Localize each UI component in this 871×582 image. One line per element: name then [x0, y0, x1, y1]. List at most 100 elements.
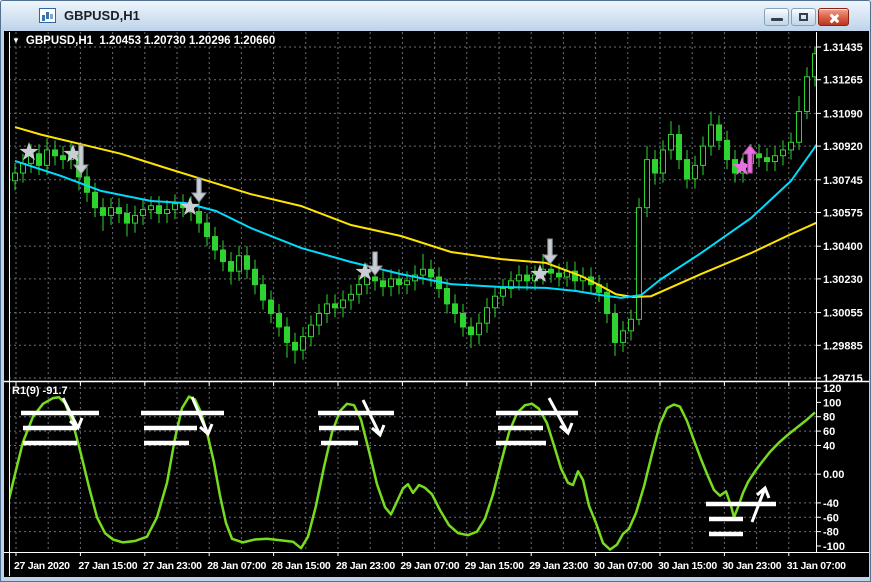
- candle-body: [524, 274, 530, 282]
- candle-body: [644, 159, 650, 209]
- indicator-label: R1(9) -91.7: [12, 385, 68, 397]
- restore-icon: [799, 13, 808, 21]
- time-tick-label: 28 Jan 23:00: [336, 560, 395, 572]
- candle-body: [460, 313, 466, 328]
- price-tick-label: 1.29885: [823, 340, 863, 352]
- candle-body: [668, 134, 674, 151]
- candle-body: [204, 222, 210, 238]
- terminal-window: 1.31435 1.31265 1.31090 1.30920 1.30745 1.305…: [0, 0, 871, 582]
- time-tick-label: 27 Jan 2020: [14, 560, 70, 572]
- candle-body: [692, 164, 698, 180]
- candle-body: [468, 326, 474, 336]
- grid-layer: [9, 32, 817, 552]
- candle-body: [260, 284, 266, 301]
- candle-body: [796, 110, 802, 143]
- candle-body: [156, 205, 162, 214]
- time-tick-label: 29 Jan 23:00: [529, 560, 588, 572]
- candle-body: [276, 313, 282, 328]
- chart-canvas[interactable]: 1.31435 1.31265 1.31090 1.30920 1.30745 1.305…: [1, 1, 871, 582]
- annotation-arrow-shaft: [361, 399, 382, 436]
- candle-body: [244, 255, 250, 270]
- annotation-arrow-shaft: [547, 397, 570, 434]
- candle-body: [252, 268, 258, 286]
- indicator-tick-label: 100: [823, 397, 841, 409]
- restore-button[interactable]: [791, 8, 816, 26]
- time-tick-label: 30 Jan 07:00: [594, 560, 653, 572]
- price-tick-label: 1.30745: [823, 175, 863, 187]
- candle-body: [444, 288, 450, 305]
- time-tick-label: 30 Jan 23:00: [722, 560, 781, 572]
- oscillator-line: [9, 395, 816, 551]
- minimize-button[interactable]: [764, 8, 789, 26]
- candle-body: [108, 207, 114, 216]
- candle-body: [684, 159, 690, 180]
- price-tick-label: 1.30575: [823, 208, 863, 220]
- minimize-icon: [771, 18, 783, 21]
- indicator-tick-label: 120: [823, 383, 841, 395]
- candle-body: [772, 155, 778, 163]
- candle-body: [428, 268, 434, 278]
- candle-body: [500, 288, 506, 297]
- candle-body: [628, 318, 634, 332]
- indicator-tick-label: -100: [823, 541, 845, 553]
- candle-body: [292, 341, 298, 351]
- candle-body: [164, 209, 170, 214]
- candle-body: [268, 299, 274, 315]
- candle-body: [380, 280, 386, 288]
- candle-body: [332, 303, 338, 309]
- icon-bar: [50, 14, 53, 19]
- time-tick-label: 29 Jan 15:00: [465, 560, 524, 572]
- price-axis: 1.31435 1.31265 1.31090 1.30920 1.30745 1.305…: [816, 42, 863, 385]
- candle-body: [36, 153, 42, 166]
- candle-body: [700, 145, 706, 166]
- time-tick-label: 30 Jan 15:00: [658, 560, 717, 572]
- candle-body: [404, 280, 410, 286]
- candle-body: [172, 203, 178, 211]
- time-tick-label: 28 Jan 07:00: [207, 560, 266, 572]
- close-button[interactable]: [818, 8, 849, 26]
- titlebar[interactable]: GBPUSD,H1: [1, 1, 870, 31]
- candle-body: [612, 313, 618, 343]
- price-tick-label: 1.31090: [823, 108, 863, 120]
- window-title: GBPUSD,H1: [64, 8, 140, 23]
- indicator-tick-label: -60: [823, 512, 839, 524]
- indicator-tick-label: -80: [823, 527, 839, 539]
- candle-body: [708, 124, 714, 147]
- candle-body: [804, 76, 810, 112]
- candle-body: [132, 214, 138, 224]
- candle-body: [324, 303, 330, 315]
- candle-body: [100, 207, 106, 216]
- candle-body: [348, 293, 354, 301]
- indicator-tick-label: 0.00: [823, 469, 844, 481]
- candle-body: [140, 209, 146, 216]
- time-tick-label: 29 Jan 07:00: [400, 560, 459, 572]
- candle-body: [660, 149, 666, 174]
- candle-body: [764, 157, 770, 163]
- candle-body: [716, 124, 722, 141]
- symbol-ohlc-text: GBPUSD,H1 1.20453 1.20730 1.20296 1.2066…: [25, 35, 276, 47]
- candle-body: [548, 268, 554, 274]
- candle-body: [372, 276, 378, 282]
- time-tick-label: 27 Jan 23:00: [143, 560, 202, 572]
- candle-body: [396, 278, 402, 286]
- candle-body: [484, 307, 490, 324]
- candle-body: [356, 284, 362, 295]
- indicator-tick-label: 60: [823, 426, 835, 438]
- candle-body: [12, 172, 18, 182]
- candle-body: [300, 336, 306, 351]
- time-axis: 27 Jan 2020 27 Jan 15:00 27 Jan 23:00 28 Ja…: [14, 382, 846, 572]
- collapse-chevron-icon[interactable]: ▼: [12, 37, 20, 45]
- candle-body: [452, 303, 458, 315]
- price-tick-label: 1.31435: [823, 42, 863, 54]
- candle-body: [308, 324, 314, 338]
- candle-body: [340, 299, 346, 309]
- candle-body: [316, 313, 322, 326]
- candle-body: [724, 139, 730, 161]
- candle-body: [636, 207, 642, 320]
- candle-body: [220, 249, 226, 263]
- price-tick-label: 1.31265: [823, 75, 863, 87]
- candle-body: [60, 155, 66, 161]
- candle-body: [196, 211, 202, 224]
- candle-body: [92, 191, 98, 209]
- time-tick-label: 28 Jan 15:00: [272, 560, 331, 572]
